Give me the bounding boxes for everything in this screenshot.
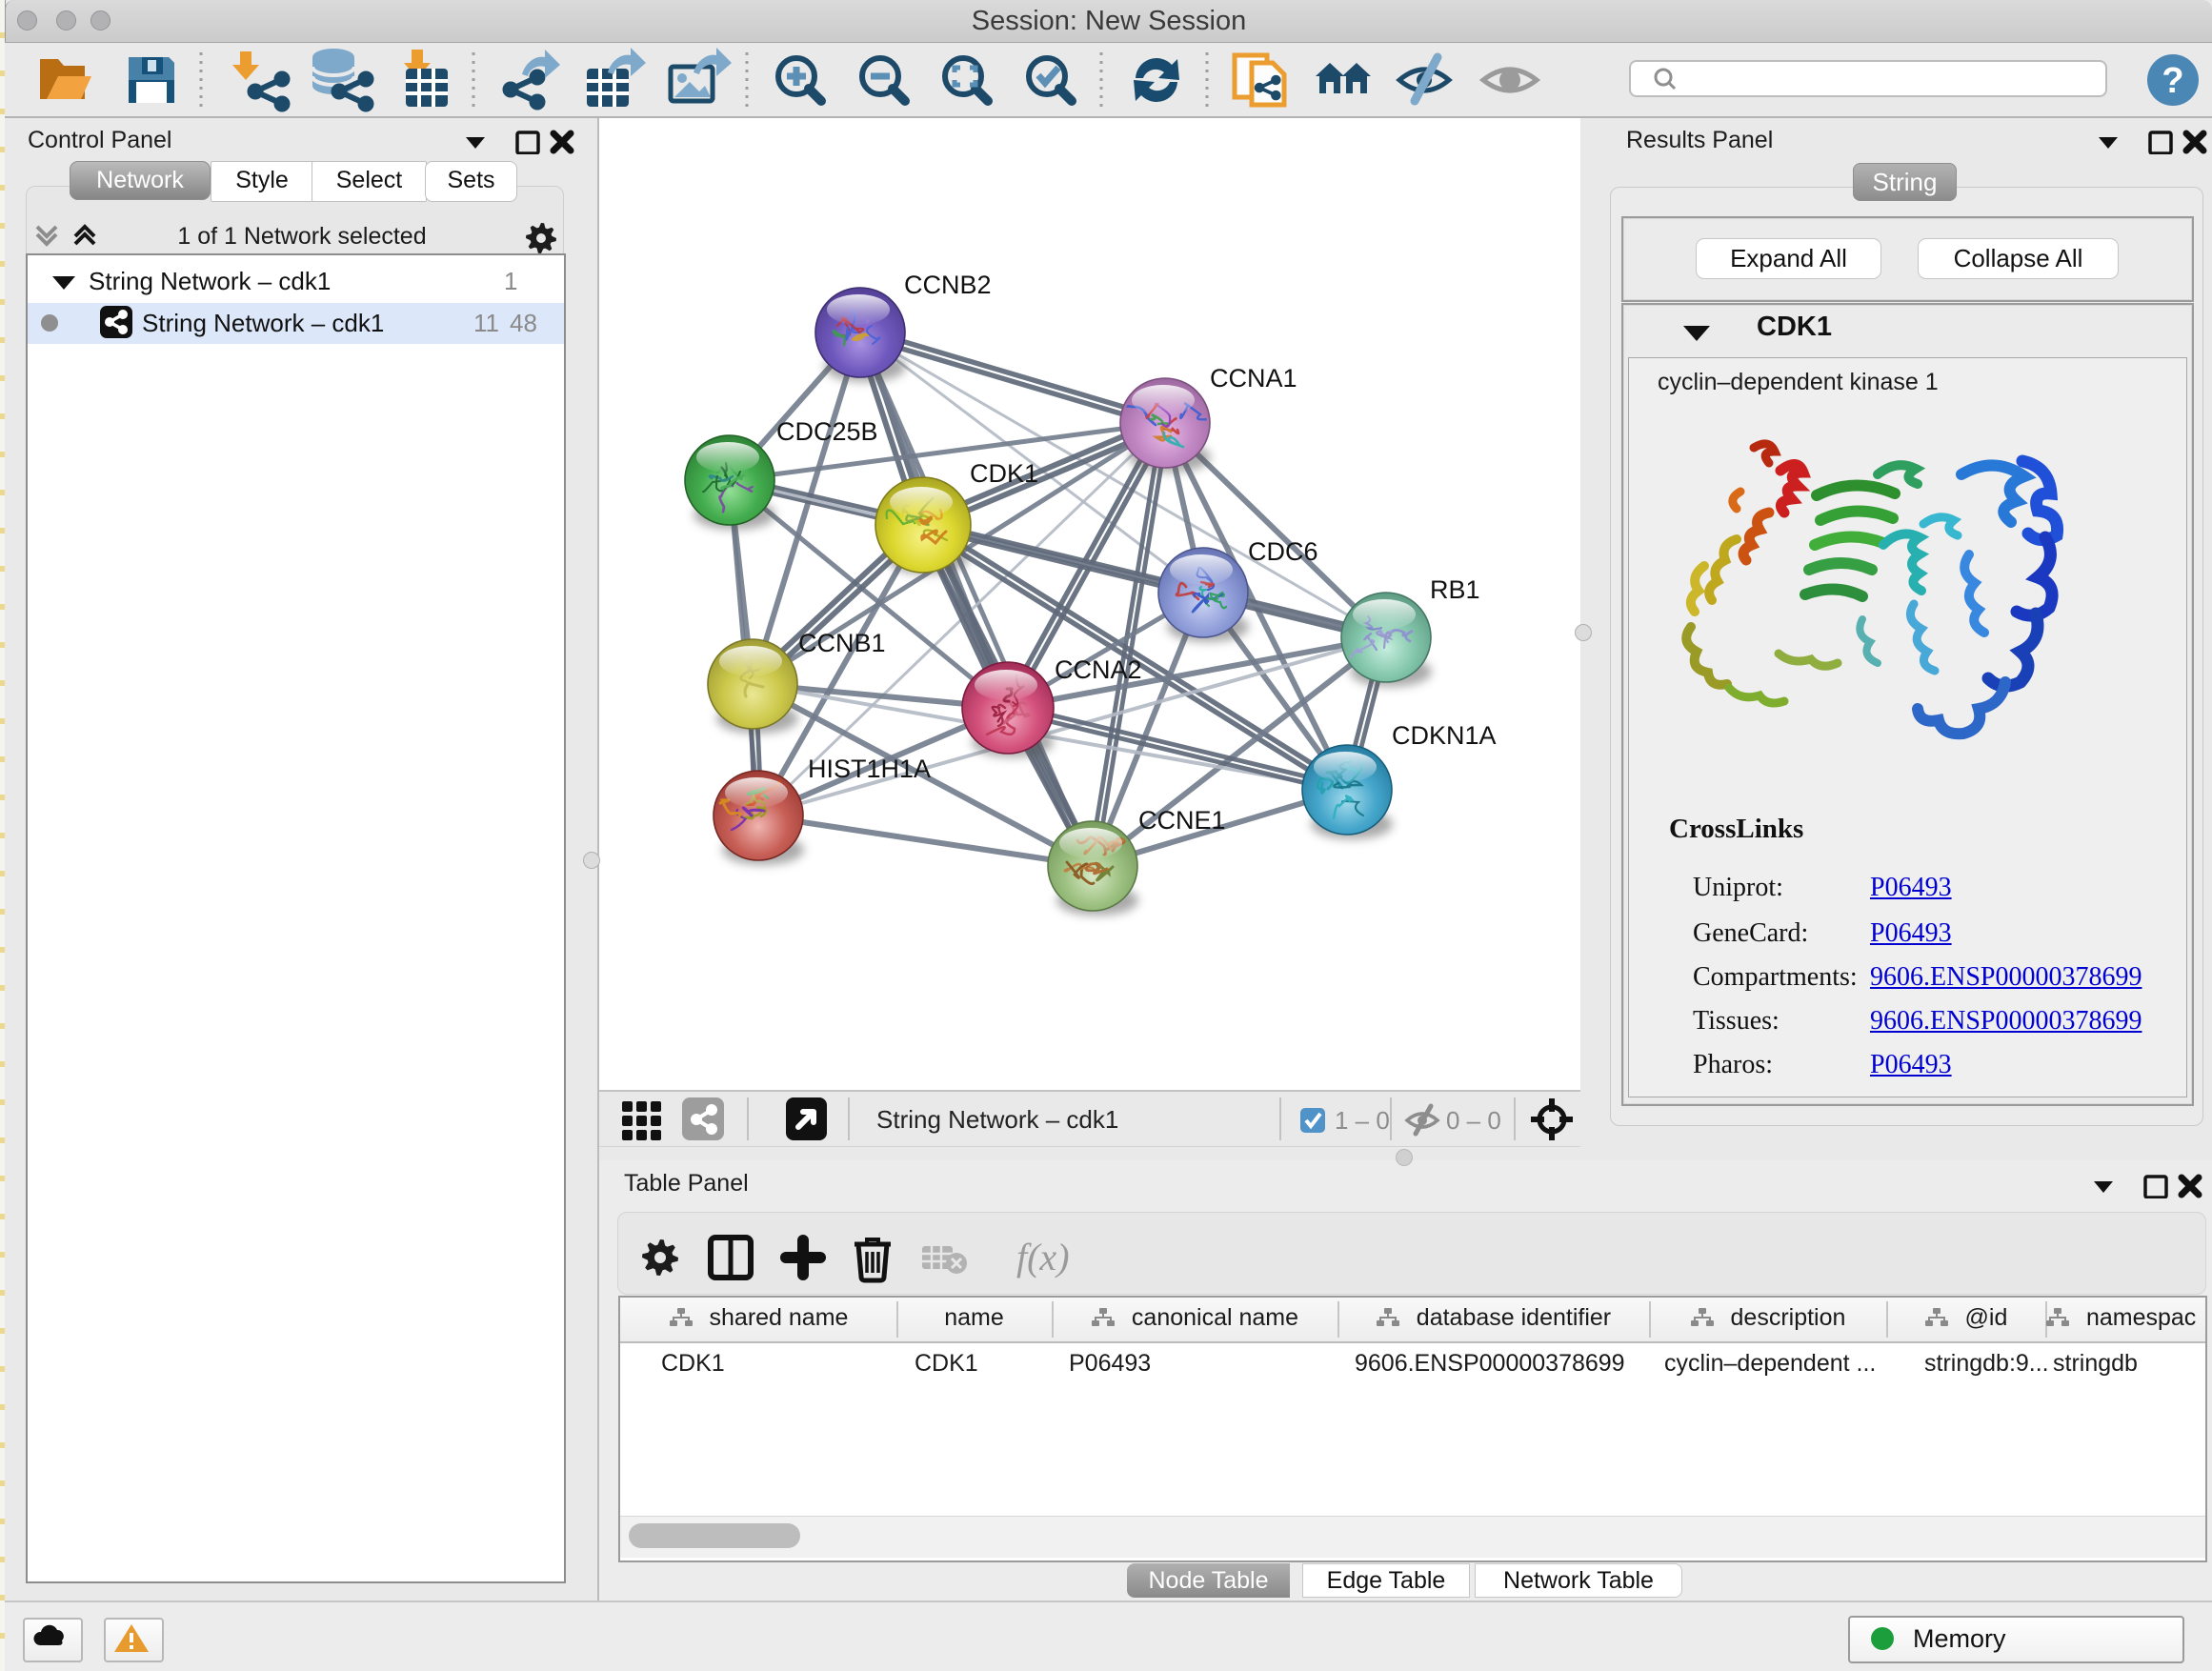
svg-text:CCNB2: CCNB2	[904, 271, 992, 299]
svg-text:f(x): f(x)	[1016, 1236, 1070, 1278]
svg-text:CCNB1: CCNB1	[798, 629, 886, 657]
svg-text:CCNE1: CCNE1	[1138, 806, 1226, 835]
svg-text:CCNA2: CCNA2	[1055, 655, 1142, 684]
svg-text:0 – 0: 0 – 0	[1446, 1106, 1501, 1135]
svg-text:CDC25B: CDC25B	[776, 417, 878, 446]
svg-text:CDKN1A: CDKN1A	[1392, 721, 1497, 750]
svg-text:String Network – cdk1: String Network – cdk1	[876, 1105, 1118, 1134]
svg-text:RB1: RB1	[1430, 575, 1480, 604]
svg-text:CDK1: CDK1	[970, 459, 1038, 488]
svg-text:CCNA1: CCNA1	[1210, 364, 1297, 393]
svg-text:CDC6: CDC6	[1248, 537, 1318, 566]
svg-text:?: ?	[2162, 61, 2183, 101]
svg-text:1 – 0: 1 – 0	[1335, 1106, 1390, 1135]
svg-text:HIST1H1A: HIST1H1A	[808, 755, 931, 783]
